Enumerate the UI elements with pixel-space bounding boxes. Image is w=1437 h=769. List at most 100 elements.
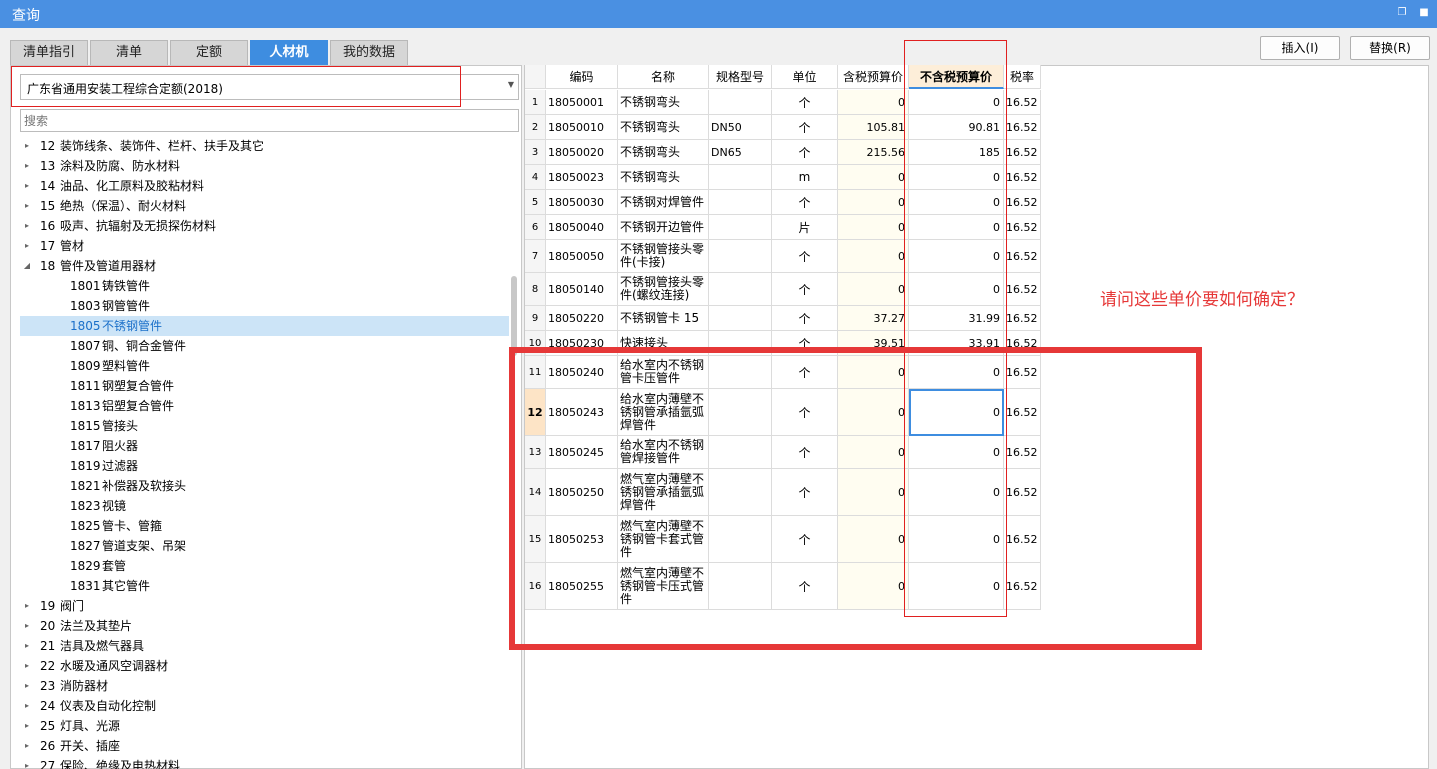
grid-cell[interactable]: 个: [772, 273, 838, 306]
grid-cell[interactable]: 18050220: [546, 306, 618, 331]
tree-node[interactable]: ▸ 12 装饰线条、装饰件、栏杆、扶手及其它: [20, 136, 509, 156]
triangle-icon[interactable]: ▸: [22, 196, 32, 216]
grid-cell[interactable]: 16.52: [1004, 165, 1041, 190]
row-index[interactable]: 7: [525, 240, 546, 273]
row-index[interactable]: 1: [525, 90, 546, 115]
grid-cell[interactable]: 不锈钢弯头: [618, 140, 709, 165]
search-input[interactable]: [20, 109, 519, 132]
grid-cell[interactable]: 0: [838, 165, 909, 190]
triangle-icon[interactable]: ▸: [22, 656, 32, 676]
tree-node[interactable]: ▸ 22 水暖及通风空调器材: [20, 656, 509, 676]
grid-cell[interactable]: [709, 215, 772, 240]
grid-cell[interactable]: 18050001: [546, 90, 618, 115]
tree-node[interactable]: ◢ 18 管件及管道用器材: [20, 256, 509, 276]
grid-cell[interactable]: 16.52: [1004, 240, 1041, 273]
tree-node[interactable]: 1825 管卡、管箍: [20, 516, 509, 536]
tree-node[interactable]: ▸ 13 涂料及防腐、防水材料: [20, 156, 509, 176]
grid-cell[interactable]: 不锈钢弯头: [618, 115, 709, 140]
row-index[interactable]: 6: [525, 215, 546, 240]
grid-cell[interactable]: 18050023: [546, 165, 618, 190]
grid-cell[interactable]: 18050140: [546, 273, 618, 306]
triangle-icon[interactable]: ▸: [22, 756, 32, 769]
grid-cell[interactable]: 18050010: [546, 115, 618, 140]
tree-node[interactable]: 1801 铸铁管件: [20, 276, 509, 296]
tree-node[interactable]: 1807 铜、铜合金管件: [20, 336, 509, 356]
grid-cell[interactable]: m: [772, 165, 838, 190]
tree-node[interactable]: ▸ 19 阀门: [20, 596, 509, 616]
grid-cell[interactable]: 不锈钢管卡 15: [618, 306, 709, 331]
grid-cell[interactable]: 个: [772, 140, 838, 165]
tree-node[interactable]: 1809 塑料管件: [20, 356, 509, 376]
column-header[interactable]: [525, 65, 546, 89]
tab-0[interactable]: 清单指引: [10, 40, 88, 65]
grid-cell[interactable]: 0: [838, 90, 909, 115]
grid-cell[interactable]: DN65: [709, 140, 772, 165]
chevron-down-icon[interactable]: ▼: [508, 80, 514, 89]
triangle-icon[interactable]: ▸: [22, 136, 32, 156]
tree-node[interactable]: ▸ 23 消防器材: [20, 676, 509, 696]
grid-cell[interactable]: 0: [838, 215, 909, 240]
row-index[interactable]: 9: [525, 306, 546, 331]
column-header[interactable]: 含税预算价: [838, 65, 909, 89]
grid-cell[interactable]: 105.81: [838, 115, 909, 140]
triangle-icon[interactable]: ▸: [22, 736, 32, 756]
tree-node[interactable]: 1831 其它管件: [20, 576, 509, 596]
grid-cell[interactable]: 不锈钢管接头零件(卡接): [618, 240, 709, 273]
tree-node[interactable]: 1811 钢塑复合管件: [20, 376, 509, 396]
triangle-icon[interactable]: ▸: [22, 176, 32, 196]
tree-node[interactable]: 1821 补偿器及软接头: [20, 476, 509, 496]
grid-cell[interactable]: 片: [772, 215, 838, 240]
grid-cell[interactable]: 215.56: [838, 140, 909, 165]
triangle-icon[interactable]: ▸: [22, 216, 32, 236]
tree-node[interactable]: 1829 套管: [20, 556, 509, 576]
grid-cell[interactable]: 0: [838, 273, 909, 306]
grid-cell[interactable]: 18050020: [546, 140, 618, 165]
tab-2[interactable]: 定额: [170, 40, 248, 65]
grid-cell[interactable]: 16.52: [1004, 140, 1041, 165]
grid-cell[interactable]: 18050030: [546, 190, 618, 215]
triangle-icon[interactable]: ▸: [22, 676, 32, 696]
grid-cell[interactable]: [709, 306, 772, 331]
grid-cell[interactable]: 18050040: [546, 215, 618, 240]
grid-cell[interactable]: [709, 165, 772, 190]
grid-cell[interactable]: [709, 273, 772, 306]
row-index[interactable]: 4: [525, 165, 546, 190]
triangle-icon[interactable]: ▸: [22, 636, 32, 656]
grid-cell[interactable]: 个: [772, 306, 838, 331]
grid-cell[interactable]: [709, 240, 772, 273]
tree-node[interactable]: ▸ 14 油品、化工原料及胶粘材料: [20, 176, 509, 196]
row-index[interactable]: 2: [525, 115, 546, 140]
triangle-icon[interactable]: ◢: [22, 256, 32, 276]
tree-node[interactable]: ▸ 15 绝热（保温）、耐火材料: [20, 196, 509, 216]
tree-node[interactable]: ▸ 24 仪表及自动化控制: [20, 696, 509, 716]
restore-icon[interactable]: ❐: [1396, 7, 1408, 19]
grid-cell[interactable]: 不锈钢弯头: [618, 90, 709, 115]
grid-cell[interactable]: 16.52: [1004, 90, 1041, 115]
grid-cell[interactable]: 不锈钢管接头零件(螺纹连接): [618, 273, 709, 306]
grid-cell[interactable]: 个: [772, 90, 838, 115]
insert-button[interactable]: 插入(I): [1260, 36, 1340, 60]
tree-node[interactable]: ▸ 25 灯具、光源: [20, 716, 509, 736]
grid-cell[interactable]: 不锈钢弯头: [618, 165, 709, 190]
triangle-icon[interactable]: ▸: [22, 156, 32, 176]
grid-cell[interactable]: 16.52: [1004, 115, 1041, 140]
tab-1[interactable]: 清单: [90, 40, 168, 65]
replace-button[interactable]: 替换(R): [1350, 36, 1430, 60]
tree-node[interactable]: 1823 视镜: [20, 496, 509, 516]
column-header[interactable]: 规格型号: [709, 65, 772, 89]
tree-node[interactable]: 1815 管接头: [20, 416, 509, 436]
grid-cell[interactable]: 0: [838, 240, 909, 273]
grid-cell[interactable]: 18050050: [546, 240, 618, 273]
triangle-icon[interactable]: ▸: [22, 696, 32, 716]
grid-cell[interactable]: 16.52: [1004, 190, 1041, 215]
tree-node[interactable]: ▸ 21 洁具及燃气器具: [20, 636, 509, 656]
row-index[interactable]: 8: [525, 273, 546, 306]
grid-cell[interactable]: 37.27: [838, 306, 909, 331]
grid-cell[interactable]: 个: [772, 190, 838, 215]
column-header[interactable]: 编码: [546, 65, 618, 89]
column-header[interactable]: 单位: [772, 65, 838, 89]
tree-node[interactable]: 1803 钢管管件: [20, 296, 509, 316]
grid-cell[interactable]: 不锈钢开边管件: [618, 215, 709, 240]
tab-3[interactable]: 人材机: [250, 40, 328, 65]
grid-cell[interactable]: 个: [772, 115, 838, 140]
